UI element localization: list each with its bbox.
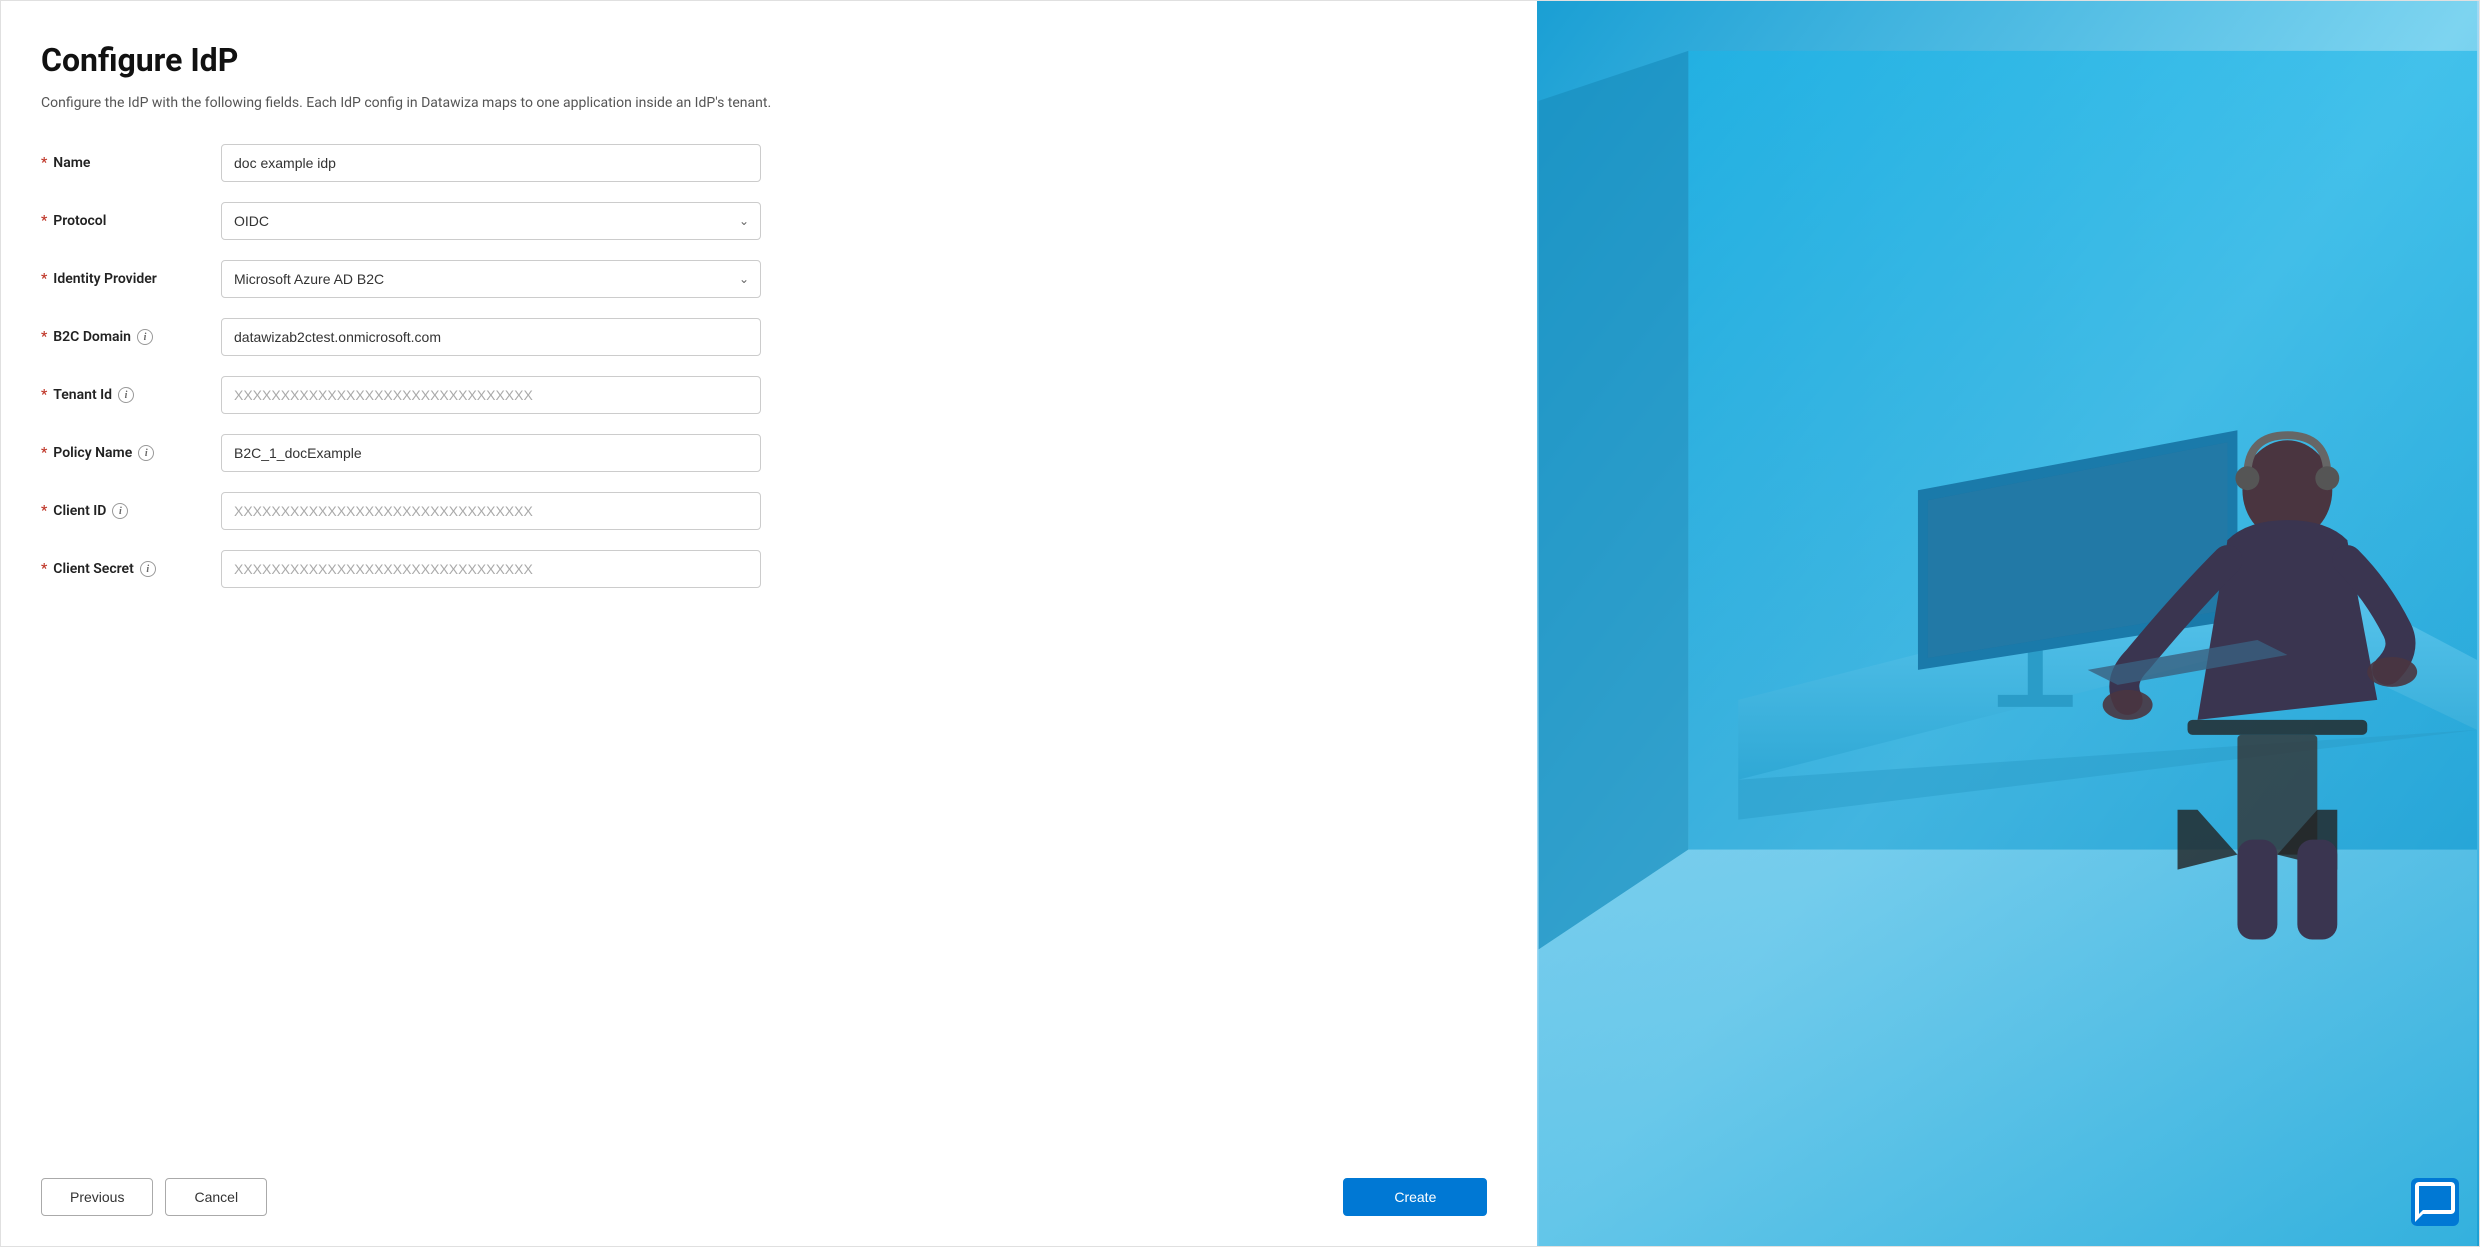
- info-icon-b2c-domain[interactable]: i: [137, 329, 153, 345]
- required-star-tenant: *: [41, 387, 47, 403]
- illustration-section: [1537, 1, 2479, 1246]
- field-row-client-secret: * Client Secret i: [41, 550, 1487, 588]
- label-text-name: Name: [53, 155, 90, 171]
- field-row-protocol: * Protocol OIDC SAML ⌄: [41, 202, 1487, 240]
- label-text-identity-provider: Identity Provider: [53, 271, 157, 287]
- required-star-policy: *: [41, 445, 47, 461]
- field-row-name: * Name: [41, 144, 1487, 182]
- label-tenant-id: * Tenant Id i: [41, 387, 221, 403]
- label-text-client-id: Client ID: [53, 503, 106, 519]
- select-wrapper-protocol: OIDC SAML ⌄: [221, 202, 761, 240]
- label-text-client-secret: Client Secret: [53, 561, 134, 577]
- label-name: * Name: [41, 155, 221, 171]
- cancel-button[interactable]: Cancel: [165, 1178, 267, 1216]
- required-star-name: *: [41, 155, 47, 171]
- chat-icon: [2411, 1178, 2459, 1226]
- input-client-id[interactable]: [221, 492, 761, 530]
- required-star-client-id: *: [41, 503, 47, 519]
- label-text-tenant-id: Tenant Id: [53, 387, 112, 403]
- form-body: * Name * Protocol OIDC SAML ⌄: [41, 144, 1487, 1148]
- info-icon-client-secret[interactable]: i: [140, 561, 156, 577]
- input-client-secret[interactable]: [221, 550, 761, 588]
- info-icon-tenant-id[interactable]: i: [118, 387, 134, 403]
- required-star-client-secret: *: [41, 561, 47, 577]
- required-star-idp: *: [41, 271, 47, 287]
- field-row-identity-provider: * Identity Provider Microsoft Azure AD B…: [41, 260, 1487, 298]
- page-description: Configure the IdP with the following fie…: [41, 93, 1487, 114]
- select-identity-provider[interactable]: Microsoft Azure AD B2C Okta Auth0 Azure …: [221, 260, 761, 298]
- required-star-b2c: *: [41, 329, 47, 345]
- info-icon-policy-name[interactable]: i: [138, 445, 154, 461]
- label-identity-provider: * Identity Provider: [41, 271, 221, 287]
- field-row-policy-name: * Policy Name i: [41, 434, 1487, 472]
- page-title: Configure IdP: [41, 41, 1487, 79]
- form-section: Configure IdP Configure the IdP with the…: [1, 1, 1537, 1246]
- label-client-secret: * Client Secret i: [41, 561, 221, 577]
- select-protocol[interactable]: OIDC SAML: [221, 202, 761, 240]
- input-policy-name[interactable]: [221, 434, 761, 472]
- info-icon-client-id[interactable]: i: [112, 503, 128, 519]
- select-wrapper-idp: Microsoft Azure AD B2C Okta Auth0 Azure …: [221, 260, 761, 298]
- label-text-policy-name: Policy Name: [53, 445, 132, 461]
- label-text-protocol: Protocol: [53, 213, 106, 229]
- page-wrapper: Configure IdP Configure the IdP with the…: [0, 0, 2480, 1247]
- create-button[interactable]: Create: [1343, 1178, 1487, 1216]
- field-row-b2c-domain: * B2C Domain i: [41, 318, 1487, 356]
- previous-button[interactable]: Previous: [41, 1178, 153, 1216]
- label-policy-name: * Policy Name i: [41, 445, 221, 461]
- illustration-svg: [1537, 1, 2479, 1246]
- input-name[interactable]: [221, 144, 761, 182]
- field-row-tenant-id: * Tenant Id i: [41, 376, 1487, 414]
- label-text-b2c-domain: B2C Domain: [53, 329, 131, 345]
- required-star-protocol: *: [41, 213, 47, 229]
- field-row-client-id: * Client ID i: [41, 492, 1487, 530]
- chat-fab-button[interactable]: [2411, 1178, 2459, 1226]
- illustration-container: [1537, 1, 2479, 1246]
- input-b2c-domain[interactable]: [221, 318, 761, 356]
- input-tenant-id[interactable]: [221, 376, 761, 414]
- form-footer: Previous Cancel Create: [41, 1178, 1487, 1216]
- label-b2c-domain: * B2C Domain i: [41, 329, 221, 345]
- label-protocol: * Protocol: [41, 213, 221, 229]
- label-client-id: * Client ID i: [41, 503, 221, 519]
